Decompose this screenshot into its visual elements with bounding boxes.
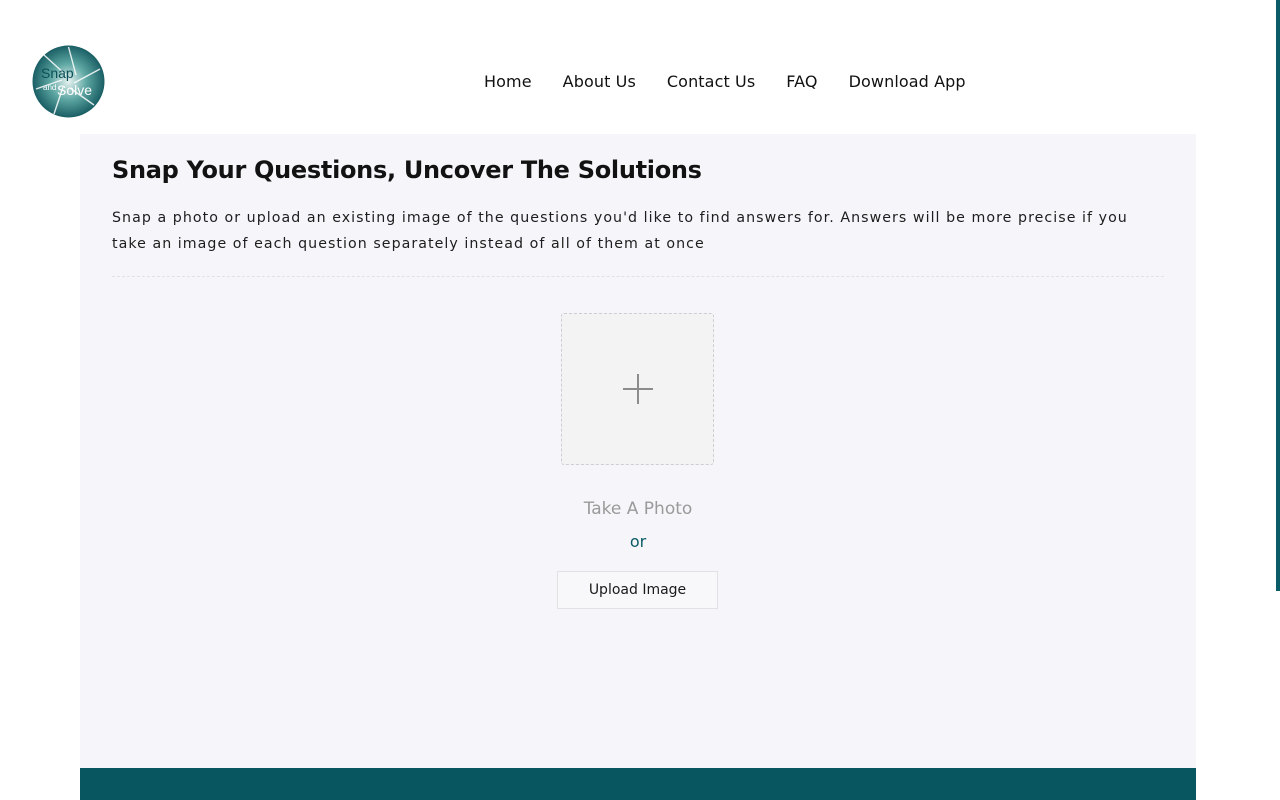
nav-about-us[interactable]: About Us: [563, 71, 636, 93]
nav-contact-us[interactable]: Contact Us: [667, 71, 755, 93]
scrollbar[interactable]: [1276, 0, 1280, 591]
upload-image-button[interactable]: Upload Image: [557, 571, 718, 609]
take-photo-dropzone[interactable]: [561, 313, 714, 465]
plus-icon: [622, 374, 653, 404]
logo[interactable]: Snap and Solve: [32, 45, 105, 118]
divider: [112, 276, 1164, 277]
take-photo-label: Take A Photo: [583, 499, 693, 519]
logo-text-solve: Solve: [57, 82, 92, 98]
main-nav: Home About Us Contact Us FAQ Download Ap…: [484, 71, 966, 93]
logo-text-snap: Snap: [41, 65, 74, 81]
footer: [80, 768, 1196, 800]
page-description: Snap a photo or upload an existing image…: [112, 210, 1128, 252]
nav-download-app[interactable]: Download App: [849, 71, 966, 93]
page: Snap and Solve Home About Us Contact Us …: [0, 0, 1280, 800]
page-title: Snap Your Questions, Uncover The Solutio…: [112, 156, 702, 184]
logo-icon: Snap and Solve: [32, 45, 105, 118]
upload-panel: Snap Your Questions, Uncover The Solutio…: [80, 134, 1196, 770]
logo-text-and: and: [43, 83, 56, 92]
nav-faq[interactable]: FAQ: [786, 71, 817, 93]
nav-home[interactable]: Home: [484, 71, 532, 93]
or-separator: or: [629, 532, 647, 551]
